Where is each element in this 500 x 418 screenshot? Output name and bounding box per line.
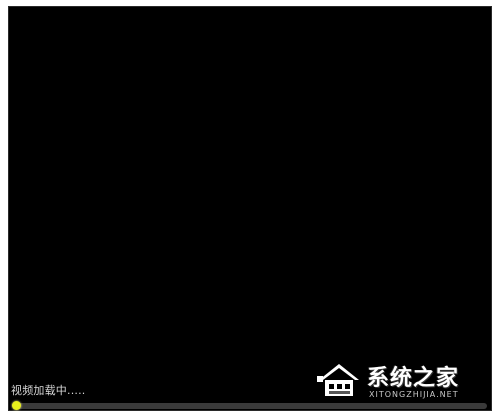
progress-bar[interactable] [12,401,487,410]
progress-knob[interactable] [12,401,21,410]
video-player[interactable]: 视频加载中..... 系统之家 XITONGZHIJIA.NET [8,6,492,411]
loading-status-text: 视频加载中..... [11,384,86,397]
video-surface[interactable] [9,7,491,410]
